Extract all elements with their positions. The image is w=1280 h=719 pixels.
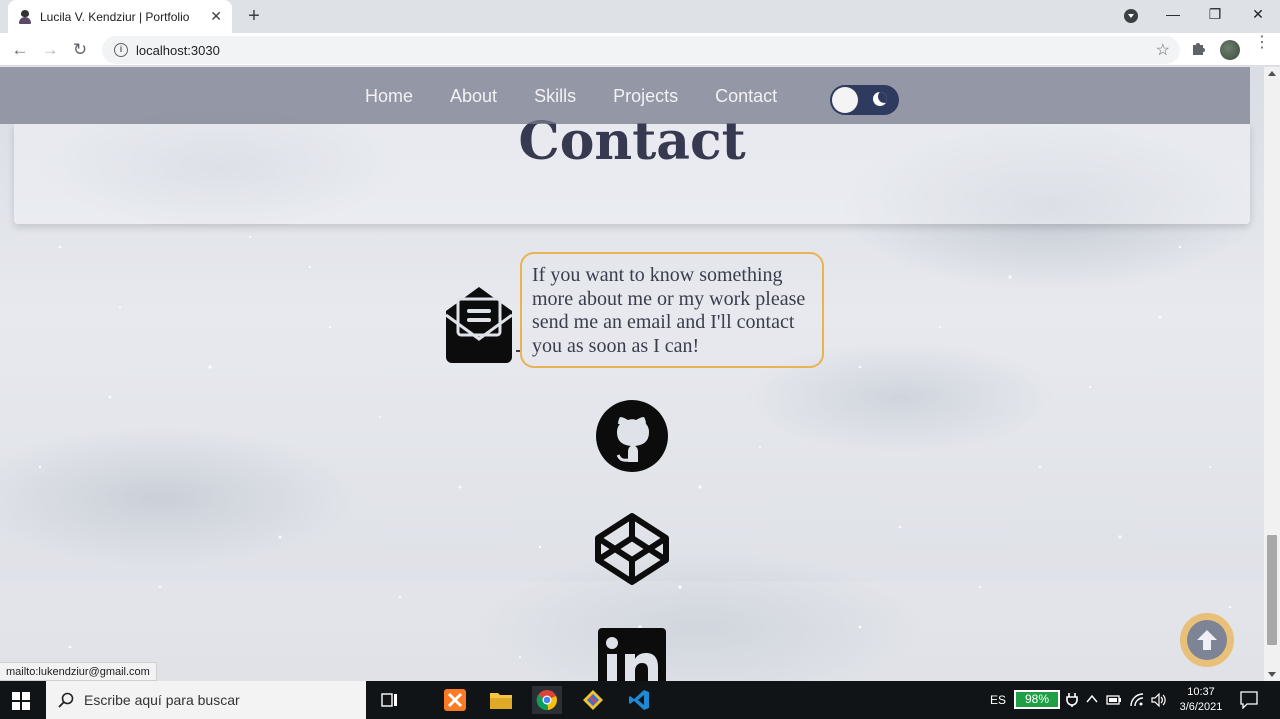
restore-button[interactable]: ❐ [1205, 6, 1225, 23]
browser-menu-icon[interactable]: ⋮ [1254, 35, 1270, 51]
extensions-puzzle-icon[interactable] [1190, 40, 1206, 56]
nav-link-contact[interactable]: Contact [715, 86, 777, 107]
minimize-button[interactable]: — [1163, 6, 1183, 22]
reload-button[interactable]: ↻ [70, 40, 90, 60]
bookmark-star-icon[interactable]: ☆ [1156, 40, 1170, 60]
tab-title: Lucila V. Kendziur | Portfolio [40, 9, 190, 24]
windows-start-icon[interactable] [12, 692, 30, 710]
favicon-icon [18, 9, 32, 24]
search-icon [58, 692, 74, 708]
new-tab-button[interactable]: + [244, 5, 264, 28]
git-tool-icon[interactable] [578, 686, 608, 714]
input-language[interactable]: ES [990, 681, 1006, 719]
forward-button[interactable]: → [40, 40, 60, 60]
task-view-icon[interactable] [375, 686, 405, 714]
nav-link-projects[interactable]: Projects [613, 86, 678, 107]
back-button[interactable]: ← [10, 40, 30, 60]
codepen-icon[interactable] [594, 512, 670, 586]
scroll-to-top-button[interactable] [1180, 613, 1234, 667]
wifi-icon[interactable] [1130, 693, 1144, 707]
url-text[interactable]: localhost:3030 [136, 43, 220, 58]
nav-link-home[interactable]: Home [365, 86, 413, 107]
theme-toggle[interactable] [830, 85, 899, 115]
scroll-down-arrow-icon[interactable] [1268, 672, 1276, 677]
github-icon[interactable] [596, 400, 668, 472]
nav-link-about[interactable]: About [450, 86, 497, 107]
nav-links: Home About Skills Projects Contact [365, 86, 814, 107]
contact-message-bubble: If you want to know something more about… [520, 252, 824, 368]
search-placeholder: Escribe aquí para buscar [84, 692, 240, 708]
scroll-to-top-inner [1187, 620, 1227, 660]
tab-search-icon[interactable] [1124, 9, 1138, 23]
windows-taskbar: Escribe aquí para buscar ES 98% 10:37 3/… [0, 681, 1280, 719]
chevron-up-icon[interactable] [1086, 694, 1098, 704]
notification-center-icon[interactable] [1240, 691, 1258, 709]
scrollbar-thumb[interactable] [1267, 535, 1277, 645]
file-explorer-icon[interactable] [486, 686, 516, 714]
page-viewport: Contact Home About Skills Projects Conta… [0, 67, 1264, 681]
toggle-knob [832, 87, 858, 113]
power-plug-icon [1066, 693, 1078, 707]
arrow-up-icon [1197, 630, 1217, 650]
top-navbar: Home About Skills Projects Contact [0, 67, 1250, 124]
xampp-icon[interactable] [440, 686, 470, 714]
profile-avatar[interactable] [1220, 40, 1240, 60]
scroll-up-arrow-icon[interactable] [1268, 71, 1276, 76]
volume-icon[interactable] [1151, 693, 1167, 707]
moon-icon [873, 92, 887, 106]
chrome-taskbar-icon[interactable] [532, 686, 562, 714]
clock-date: 3/6/2021 [1179, 701, 1223, 713]
browser-tab-strip: Lucila V. Kendziur | Portfolio ✕ + — ❐ ✕ [0, 0, 1280, 33]
link-status-preview: mailto:lukendziur@gmail.com [0, 662, 157, 681]
taskbar-search-box[interactable]: Escribe aquí para buscar [46, 681, 366, 719]
battery-tray-icon[interactable] [1106, 694, 1122, 706]
browser-tab[interactable]: Lucila V. Kendziur | Portfolio ✕ [8, 0, 232, 33]
page-scrollbar[interactable] [1264, 67, 1280, 681]
site-info-icon[interactable]: i [114, 43, 128, 57]
linkedin-icon[interactable] [598, 628, 666, 681]
tab-close-button[interactable]: ✕ [210, 8, 222, 25]
system-clock[interactable]: 10:37 3/6/2021 [1176, 685, 1226, 715]
battery-indicator[interactable]: 98% [1014, 690, 1060, 709]
clock-time: 10:37 [1187, 686, 1215, 698]
address-bar[interactable]: i localhost:3030 ☆ [102, 36, 1180, 64]
vscode-icon[interactable] [624, 686, 654, 714]
browser-toolbar: ← → ↻ i localhost:3030 ☆ [0, 33, 1280, 66]
window-close-button[interactable]: ✕ [1248, 6, 1268, 23]
envelope-open-icon[interactable] [440, 287, 518, 363]
nav-link-skills[interactable]: Skills [534, 86, 576, 107]
